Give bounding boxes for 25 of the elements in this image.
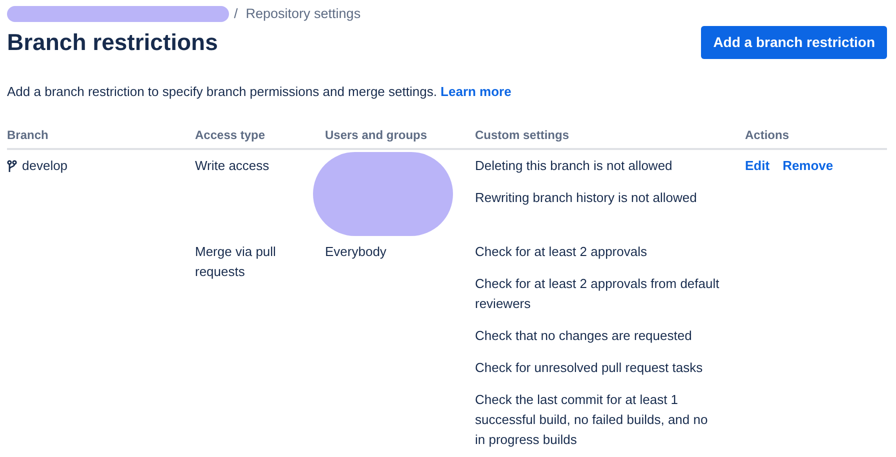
users-and-groups: Everybody — [325, 242, 475, 262]
column-header: Custom settings — [475, 126, 745, 150]
learn-more-link[interactable]: Learn more — [440, 84, 512, 99]
custom-setting: Deleting this branch is not allowed — [475, 156, 674, 175]
breadcrumb-link[interactable]: Repository settings — [246, 4, 361, 24]
column-header: Users and groups — [325, 126, 475, 150]
custom-setting: Check for at least 2 approvals from default reviewers — [475, 274, 720, 312]
page-title: Branch restrictions — [7, 28, 218, 56]
edit-link[interactable]: Edit — [745, 158, 770, 172]
branch-icon — [7, 160, 17, 172]
add-restriction-button[interactable]: Add a branch restriction — [701, 26, 887, 59]
column-header: Branch — [7, 126, 195, 150]
custom-setting: Check the last commit for at least 1 successful build, no failed builds, and no in progress builds — [475, 390, 709, 449]
remove-link[interactable]: Remove — [782, 158, 834, 172]
access-type: Merge via pull requests — [195, 242, 277, 281]
branch-name: develop — [22, 156, 68, 175]
custom-setting: Check that no changes are requested — [475, 326, 693, 345]
custom-setting: Check for unresolved pull request tasks — [475, 358, 704, 377]
description: Add a branch restriction to specify branch permissions and merge settings. Learn more — [7, 83, 512, 101]
column-header: Actions — [745, 126, 887, 150]
breadcrumb-separator: / — [234, 4, 238, 23]
custom-setting: Rewriting branch history is not allowed — [475, 188, 698, 207]
custom-setting: Check for at least 2 approvals — [475, 242, 648, 261]
access-type: Write access — [195, 156, 270, 174]
column-header: Access type — [195, 126, 325, 150]
